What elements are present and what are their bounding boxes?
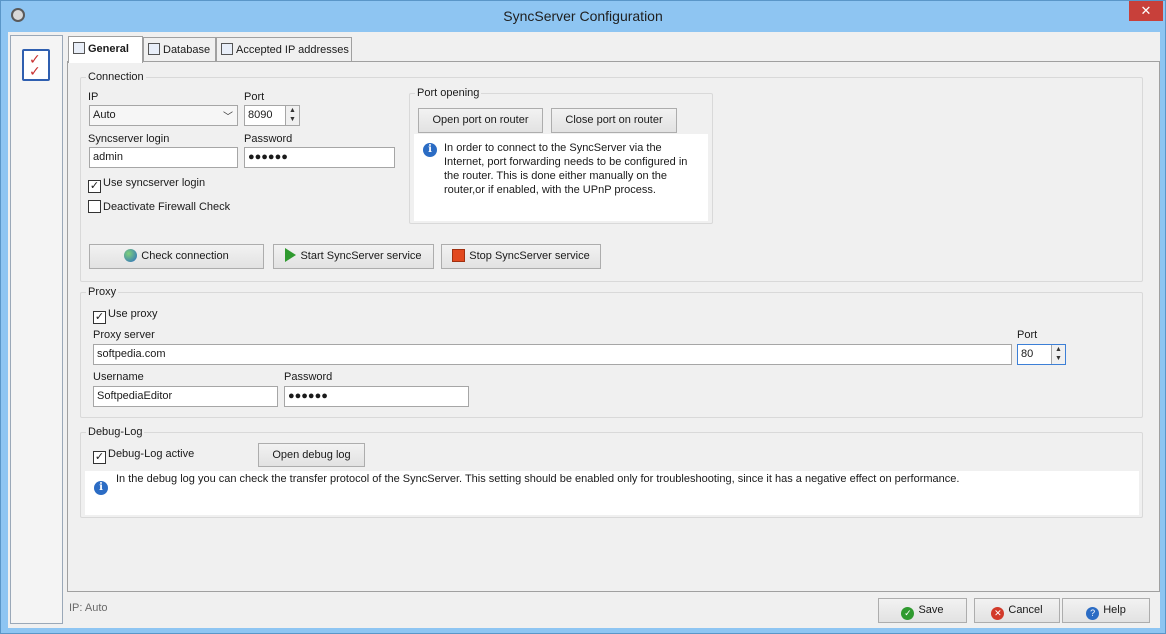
proxy-server-label: Proxy server [93, 329, 155, 341]
start-service-button[interactable]: Start SyncServer service [273, 244, 434, 269]
port-info-box: i In order to connect to the SyncServer … [414, 134, 708, 221]
chevron-down-icon: ﹀ [223, 112, 233, 123]
port-info-text: In order to connect to the SyncServer vi… [444, 142, 688, 196]
status-ip: IP: Auto [69, 602, 108, 614]
checkbox-unchecked[interactable] [88, 200, 101, 213]
window-title: SyncServer Configuration [503, 8, 663, 24]
use-proxy-checkbox[interactable]: ✓ Use proxy [93, 308, 158, 324]
use-login-label: Use syncserver login [103, 177, 206, 189]
use-login-checkbox[interactable]: ✓ Use syncserver login [88, 177, 205, 193]
cancel-label: Cancel [1008, 604, 1043, 616]
proxy-port-label: Port [1017, 329, 1038, 341]
login-label: Syncserver login [88, 133, 170, 145]
proxy-username-label: Username [93, 371, 144, 383]
deactivate-firewall-checkbox[interactable]: Deactivate Firewall Check [88, 200, 230, 213]
play-icon [285, 248, 297, 262]
tab-label: General [88, 43, 129, 55]
debug-group-label: Debug-Log [86, 426, 145, 438]
checkbox-checked[interactable]: ✓ [93, 451, 106, 464]
tab-general[interactable]: General [68, 36, 143, 63]
ip-select-value: Auto [93, 109, 116, 121]
checkbox-checked[interactable]: ✓ [88, 180, 101, 193]
title-bar: SyncServer Configuration ✕ [1, 1, 1165, 32]
sidebar-item-settings[interactable]: ✓ ✓ [22, 49, 50, 81]
proxy-password-field[interactable]: ●●●●●● [284, 386, 469, 407]
connection-group-label: Connection [86, 71, 146, 83]
password-field[interactable]: ●●●●●● [244, 147, 395, 168]
proxy-password-label: Password [284, 371, 333, 383]
proxy-group-label: Proxy [86, 286, 119, 298]
globe-icon [124, 249, 138, 262]
spin-up-icon[interactable]: ▲ [286, 106, 299, 115]
port-stepper[interactable]: 8090 ▲ ▼ [244, 105, 300, 126]
tab-database[interactable]: Database [143, 37, 216, 62]
start-service-label: Start SyncServer service [300, 250, 422, 262]
database-icon [148, 43, 160, 55]
stop-service-label: Stop SyncServer service [469, 250, 590, 262]
proxy-server-field[interactable]: softpedia.com [93, 344, 1012, 365]
debug-log-active-checkbox[interactable]: ✓ Debug-Log active [93, 448, 194, 464]
tab-label: Database [163, 44, 211, 56]
ip-select[interactable]: Auto ﹀ [89, 105, 238, 126]
spin-down-icon[interactable]: ▼ [286, 115, 299, 124]
cancel-circle-icon: ✕ [991, 607, 1005, 620]
help-button[interactable]: ? Help [1062, 598, 1150, 623]
help-label: Help [1103, 604, 1126, 616]
port-opening-label: Port opening [415, 87, 482, 99]
port-label: Port [244, 91, 265, 103]
port-spin-buttons[interactable]: ▲ ▼ [285, 106, 299, 125]
save-label: Save [918, 604, 944, 616]
port-opening-group: Port opening Open port on router Close p… [409, 87, 713, 224]
general-page: Connection IP Auto ﹀ Port 8090 ▲ ▼ Syncs… [67, 61, 1160, 592]
password-label: Password [244, 133, 293, 145]
proxy-port-stepper[interactable]: 80 ▲ ▼ [1017, 344, 1066, 365]
save-button[interactable]: ✓ Save [878, 598, 967, 623]
checkbox-checked[interactable]: ✓ [93, 311, 106, 324]
help-icon: ? [1086, 607, 1100, 620]
app-window: SyncServer Configuration ✕ ✓ ✓ General D… [0, 0, 1166, 634]
open-debug-log-button[interactable]: Open debug log [258, 443, 365, 467]
checklist-icon [73, 42, 85, 54]
use-proxy-label: Use proxy [108, 308, 158, 320]
client-area: ✓ ✓ General Database Accepted IP address… [8, 32, 1160, 628]
stop-service-button[interactable]: Stop SyncServer service [441, 244, 601, 269]
network-icon [221, 43, 233, 55]
close-button[interactable]: ✕ [1129, 1, 1163, 21]
stop-icon [452, 249, 466, 262]
check-connection-button[interactable]: Check connection [89, 244, 264, 269]
debug-log-group: Debug-Log ✓ Debug-Log active Open debug l… [80, 426, 1143, 518]
cancel-button[interactable]: ✕ Cancel [974, 598, 1060, 623]
debug-info-text: In the debug log you can check the trans… [116, 473, 960, 485]
proxy-port-spin-buttons[interactable]: ▲ ▼ [1051, 345, 1065, 364]
spin-up-icon[interactable]: ▲ [1052, 345, 1065, 354]
info-icon: i [94, 481, 108, 495]
tab-accepted-ip[interactable]: Accepted IP addresses [216, 37, 352, 62]
close-port-button[interactable]: Close port on router [551, 108, 677, 133]
info-icon: i [423, 143, 437, 157]
proxy-port-value: 80 [1021, 348, 1034, 360]
debug-log-active-label: Debug-Log active [108, 448, 195, 460]
port-value: 8090 [248, 109, 273, 121]
deactivate-firewall-label: Deactivate Firewall Check [103, 201, 231, 213]
sidebar: ✓ ✓ [10, 35, 63, 624]
proxy-group: Proxy ✓ Use proxy Proxy server softpedia.… [80, 286, 1143, 418]
check-connection-label: Check connection [141, 250, 229, 262]
proxy-username-field[interactable]: SoftpediaEditor [93, 386, 278, 407]
check-circle-icon: ✓ [901, 607, 915, 620]
spin-down-icon[interactable]: ▼ [1052, 354, 1065, 363]
debug-info-box: i In the debug log you can check the tra… [85, 471, 1139, 515]
tab-label: Accepted IP addresses [236, 44, 349, 56]
checklist-icon-second: ✓ [29, 63, 41, 79]
login-field[interactable]: admin [89, 147, 238, 168]
ip-label: IP [88, 91, 99, 103]
open-port-button[interactable]: Open port on router [418, 108, 543, 133]
connection-group: Connection IP Auto ﹀ Port 8090 ▲ ▼ Syncs… [80, 71, 1143, 282]
